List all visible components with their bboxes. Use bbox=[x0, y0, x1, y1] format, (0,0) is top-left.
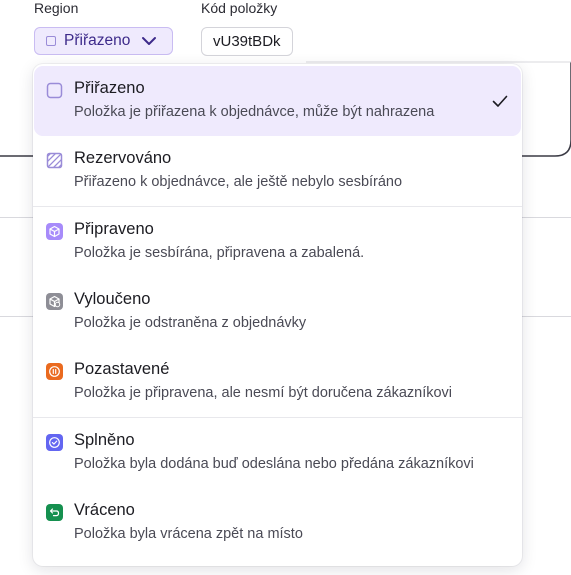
checkmark-icon bbox=[492, 95, 508, 107]
option-excluded[interactable]: Vyloučeno Položka je odstraněna z objedn… bbox=[34, 277, 521, 347]
option-paused[interactable]: Pozastavené Položka je připravena, ale n… bbox=[34, 347, 521, 417]
pause-icon bbox=[46, 363, 63, 380]
option-description: Položka je odstraněna z objednávky bbox=[74, 315, 307, 331]
option-title: Připraveno bbox=[74, 220, 154, 238]
option-description: Položka je sesbírána, připravena a zabal… bbox=[74, 245, 365, 261]
item-code-label: Kód položky bbox=[201, 0, 278, 16]
region-select[interactable]: Přiřazeno bbox=[34, 27, 174, 55]
option-fulfilled[interactable]: Splněno Položka byla dodána buď odeslána… bbox=[34, 418, 521, 488]
option-description: Přiřazeno k objednávce, ale ještě nebylo… bbox=[74, 174, 403, 190]
option-title: Vyloučeno bbox=[74, 290, 151, 308]
region-label: Region bbox=[34, 0, 79, 16]
option-reserved[interactable]: Rezervováno Přiřazeno k objednávce, ale … bbox=[34, 136, 521, 206]
check-circle-icon bbox=[46, 434, 63, 451]
reserved-icon bbox=[46, 152, 63, 169]
option-prepared[interactable]: Připraveno Položka je sesbírána, připrav… bbox=[34, 207, 521, 277]
option-title: Vráceno bbox=[74, 501, 135, 519]
assigned-icon bbox=[46, 36, 56, 46]
package-icon bbox=[46, 223, 63, 240]
assigned-icon bbox=[46, 82, 63, 99]
option-description: Položka je připravena, ale nesmí být dor… bbox=[74, 385, 453, 401]
option-returned[interactable]: Vráceno Položka byla vrácena zpět na mís… bbox=[34, 488, 521, 558]
option-description: Položka je přiřazena k objednávce, může … bbox=[74, 104, 435, 120]
chevron-down-icon bbox=[138, 30, 160, 52]
option-title: Rezervováno bbox=[74, 149, 172, 167]
option-title: Pozastavené bbox=[74, 360, 170, 378]
option-assigned[interactable]: Přiřazeno Položka je přiřazena k objedná… bbox=[34, 66, 521, 136]
item-code-input[interactable]: vU39tBDk bbox=[201, 27, 293, 56]
package-excluded-icon bbox=[46, 293, 63, 310]
return-icon bbox=[46, 504, 63, 521]
status-dropdown: Přiřazeno Položka je přiřazena k objedná… bbox=[33, 64, 522, 566]
option-description: Položka byla vrácena zpět na místo bbox=[74, 526, 303, 542]
option-title: Splněno bbox=[74, 431, 135, 449]
option-title: Přiřazeno bbox=[74, 79, 145, 97]
option-description: Položka byla dodána buď odeslána nebo př… bbox=[74, 456, 474, 472]
region-select-value: Přiřazeno bbox=[64, 32, 131, 49]
